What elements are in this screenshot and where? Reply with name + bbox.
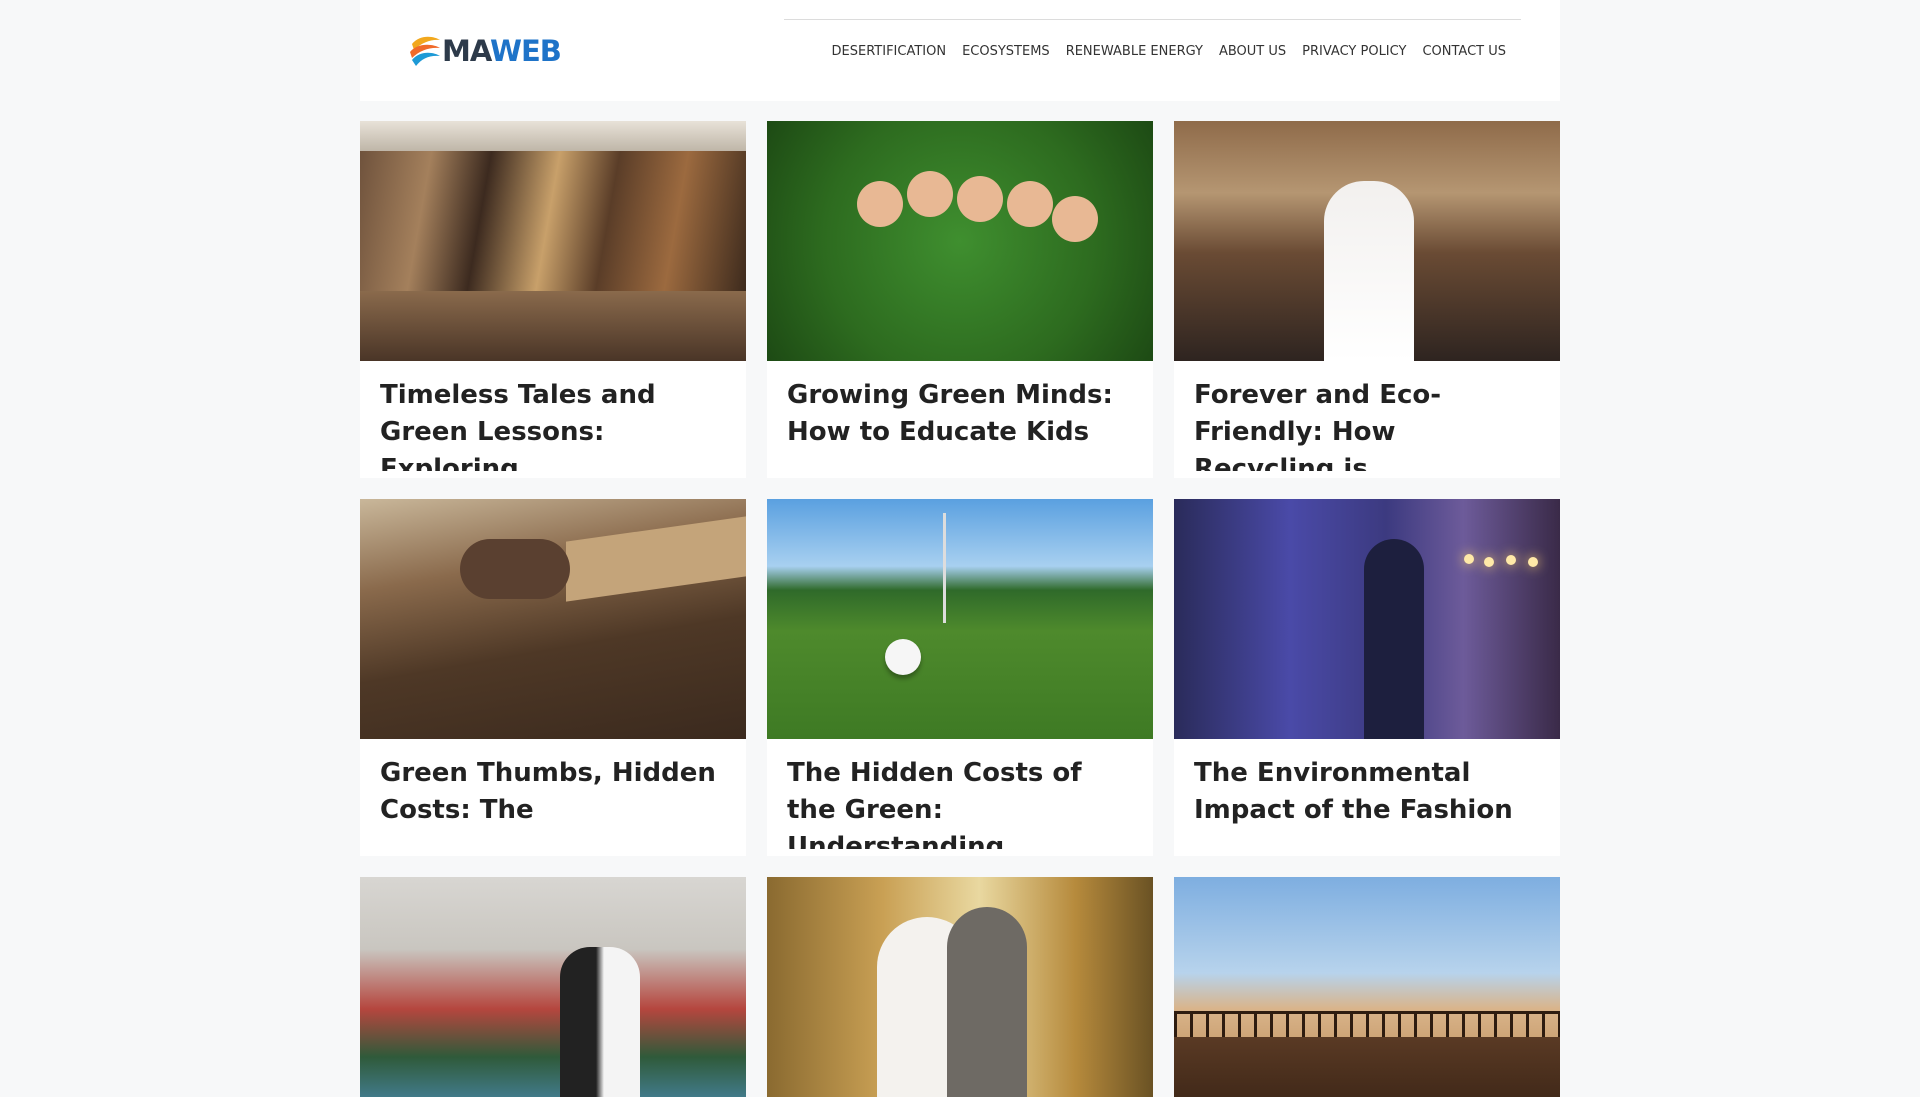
logo-swirl-icon: [410, 36, 440, 66]
post-title[interactable]: Timeless Tales and Green Lessons: Explor…: [360, 361, 746, 471]
post-thumbnail-desert[interactable]: [1174, 877, 1560, 1097]
post-thumbnail-fashion[interactable]: [1174, 499, 1560, 739]
post-grid: Timeless Tales and Green Lessons: Explor…: [360, 121, 1560, 1097]
nav-item-privacy-policy[interactable]: PRIVACY POLICY: [1294, 20, 1414, 84]
nav-item-renewable-energy[interactable]: RENEWABLE ENERGY: [1058, 20, 1211, 84]
post-title[interactable]: The Hidden Costs of the Green: Understan…: [767, 739, 1153, 849]
post-card[interactable]: Growing Green Minds: How to Educate Kids: [767, 121, 1153, 478]
post-thumbnail-couple[interactable]: [767, 877, 1153, 1097]
post-card[interactable]: The Environmental Impact of the Fashion: [1174, 499, 1560, 856]
post-thumbnail-golf[interactable]: [767, 499, 1153, 739]
nav-item-ecosystems[interactable]: ECOSYSTEMS: [954, 20, 1058, 84]
post-card[interactable]: The Hidden Costs of the Green: Understan…: [767, 499, 1153, 856]
post-thumbnail-wedding[interactable]: [1174, 121, 1560, 361]
nav-item-desertification[interactable]: DESERTIFICATION: [824, 20, 955, 84]
post-card[interactable]: [360, 877, 746, 1097]
post-thumbnail-balloons[interactable]: [360, 877, 746, 1097]
post-thumbnail-library[interactable]: [360, 121, 746, 361]
nav-item-contact-us[interactable]: CONTACT US: [1414, 20, 1514, 84]
post-card[interactable]: Green Thumbs, Hidden Costs: The: [360, 499, 746, 856]
site-logo[interactable]: MAWEB: [404, 30, 562, 72]
post-thumbnail-soil[interactable]: [360, 499, 746, 739]
post-card[interactable]: [767, 877, 1153, 1097]
nav-item-about-us[interactable]: ABOUT US: [1211, 20, 1294, 84]
logo-text-web: WEB: [490, 34, 562, 68]
logo-text: MAWEB: [442, 30, 562, 72]
site-header: MAWEB DESERTIFICATION ECOSYSTEMS RENEWAB…: [360, 0, 1560, 101]
post-title[interactable]: The Environmental Impact of the Fashion: [1174, 739, 1560, 849]
post-title[interactable]: Green Thumbs, Hidden Costs: The: [360, 739, 746, 849]
post-card[interactable]: Timeless Tales and Green Lessons: Explor…: [360, 121, 746, 478]
post-title[interactable]: Growing Green Minds: How to Educate Kids: [767, 361, 1153, 471]
logo-text-ma: MA: [442, 34, 491, 68]
main-nav: DESERTIFICATION ECOSYSTEMS RENEWABLE ENE…: [784, 19, 1521, 83]
post-thumbnail-kids[interactable]: [767, 121, 1153, 361]
post-title[interactable]: Forever and Eco-Friendly: How Recycling …: [1174, 361, 1560, 471]
post-card[interactable]: [1174, 877, 1560, 1097]
post-card[interactable]: Forever and Eco-Friendly: How Recycling …: [1174, 121, 1560, 478]
